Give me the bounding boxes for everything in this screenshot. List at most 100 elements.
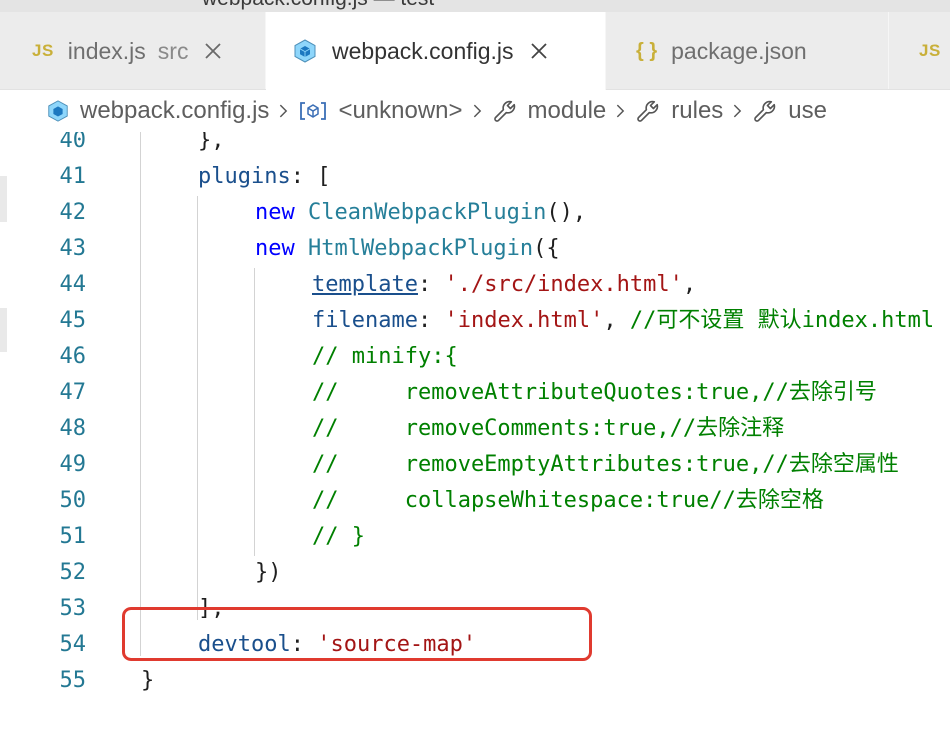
line-text: plugins: [: [198, 159, 330, 195]
webpack-cube-icon: [46, 99, 70, 123]
tab-description: src: [157, 37, 189, 64]
line-number: 51: [59, 524, 87, 549]
code-line[interactable]: 42 new CleanWebpackPlugin(),: [0, 195, 950, 231]
breadcrumb-label: rules: [671, 97, 724, 124]
code-token: new: [255, 236, 308, 261]
code-line[interactable]: 51 // }: [0, 519, 950, 555]
variable-icon: [298, 100, 328, 122]
webpack-cube-icon: [292, 38, 318, 64]
code-line[interactable]: 41 plugins: [: [0, 159, 950, 195]
line-text: },: [198, 132, 225, 159]
code-token: template: [312, 272, 418, 297]
editor-tab-strip: JS index.js src webpack.config.js { } pa…: [0, 12, 950, 90]
annotation-highlight-box: [122, 607, 592, 661]
line-text: // }: [312, 519, 365, 555]
line-number: 52: [59, 560, 87, 585]
tab-overflow-js[interactable]: JS: [889, 12, 950, 90]
code-line[interactable]: 46 // minify:{: [0, 339, 950, 375]
code-line[interactable]: 45 filename: 'index.html', //可不设置 默认index…: [0, 303, 950, 339]
wrench-icon: [635, 98, 661, 124]
line-number: 40: [59, 132, 87, 153]
line-number: 55: [59, 668, 87, 693]
code-token: :: [417, 308, 445, 333]
code-token: plugins: [198, 164, 291, 189]
line-number: 46: [59, 344, 87, 369]
code-token: },: [198, 132, 225, 153]
code-token: }): [255, 560, 282, 585]
code-token: :: [417, 272, 445, 297]
close-icon[interactable]: [202, 40, 224, 62]
code-editor[interactable]: 40}, 41 plugins: [ 42 new CleanWebpackPlugin…: [0, 132, 950, 740]
chevron-right-icon: [279, 103, 288, 119]
line-number: 50: [59, 488, 87, 513]
tab-index-js[interactable]: JS index.js src: [0, 12, 266, 90]
code-token: ({: [533, 236, 560, 261]
code-token: (),: [546, 200, 587, 225]
window-titlebar: webpack.config.js — test: [0, 0, 950, 12]
line-text: // removeAttributeQuotes:true,//去除引号: [312, 375, 877, 411]
tab-package-json[interactable]: { } package.json: [606, 12, 889, 90]
code-line[interactable]: 47 // removeAttributeQuotes:true,//去除引号: [0, 375, 950, 411]
code-line[interactable]: 50 // collapseWhitespace:true//去除空格: [0, 483, 950, 519]
breadcrumb-item-use[interactable]: use: [752, 97, 827, 125]
code-token: ,: [682, 272, 697, 297]
code-line[interactable]: 48 // removeComments:true,//去除注释: [0, 411, 950, 447]
breadcrumb-item-rules[interactable]: rules: [635, 97, 723, 125]
code-token: // minify:{: [312, 344, 458, 369]
code-token: CleanWebpackPlugin: [307, 200, 547, 225]
code-line[interactable]: 55}: [0, 663, 950, 699]
breadcrumb-label: module: [527, 97, 607, 124]
js-icon: JS: [32, 41, 54, 60]
line-number: 45: [59, 308, 87, 333]
line-text: new HtmlWebpackPlugin({: [255, 231, 560, 267]
wrench-icon: [492, 98, 518, 124]
breadcrumb-item-module[interactable]: module: [492, 97, 607, 125]
line-number: 48: [59, 416, 87, 441]
line-number: 43: [59, 236, 87, 261]
js-icon: JS: [919, 41, 941, 60]
line-text: filename: 'index.html', //可不设置 默认index.h…: [312, 303, 934, 339]
breadcrumb: webpack.config.js <unknown> module rules: [0, 90, 950, 132]
line-text: // collapseWhitespace:true//去除空格: [312, 483, 824, 519]
line-number: 54: [59, 632, 87, 657]
code-line[interactable]: 44 template: './src/index.html',: [0, 267, 950, 303]
tab-label: webpack.config.js: [332, 37, 514, 64]
line-text: template: './src/index.html',: [312, 267, 696, 303]
code-token: }: [141, 668, 155, 693]
code-token: './src/index.html': [444, 272, 683, 297]
chevron-right-icon: [473, 103, 482, 119]
breadcrumb-label: use: [788, 97, 827, 124]
code-token: //可不设置 默认index.html: [629, 308, 935, 333]
line-text: new CleanWebpackPlugin(),: [255, 195, 586, 231]
code-token: // removeAttributeQuotes:true,//去除引号: [312, 380, 877, 405]
breadcrumb-item-unknown[interactable]: <unknown>: [298, 97, 463, 125]
line-number: 53: [59, 596, 87, 621]
breadcrumb-item-file[interactable]: webpack.config.js: [46, 97, 269, 125]
code-line[interactable]: 49 // removeEmptyAttributes:true,//去除空属性: [0, 447, 950, 483]
code-token: new: [255, 200, 308, 225]
breadcrumb-label: <unknown>: [338, 97, 463, 124]
tab-label: index.js: [67, 37, 146, 64]
code-line[interactable]: 43 new HtmlWebpackPlugin({: [0, 231, 950, 267]
line-number: 47: [59, 380, 87, 405]
line-text: }): [255, 555, 282, 591]
wrench-icon: [752, 98, 778, 124]
window-title: webpack.config.js — test: [202, 0, 434, 11]
tab-label: package.json: [671, 37, 807, 64]
breadcrumb-label: webpack.config.js: [80, 97, 270, 124]
code-token: // collapseWhitespace:true//去除空格: [312, 488, 824, 513]
code-token: // removeEmptyAttributes:true,//去除空属性: [312, 452, 899, 477]
line-number: 42: [59, 200, 87, 225]
line-number: 44: [59, 272, 87, 297]
line-number: 41: [59, 164, 87, 189]
tab-webpack-config-js[interactable]: webpack.config.js: [266, 12, 606, 90]
code-token: filename: [312, 308, 418, 333]
line-text: // minify:{: [312, 339, 458, 375]
line-number: 49: [59, 452, 87, 477]
code-token: ,: [603, 308, 630, 333]
code-token: HtmlWebpackPlugin: [307, 236, 534, 261]
json-braces-icon: { }: [636, 39, 658, 62]
code-line[interactable]: 40},: [0, 132, 950, 159]
code-line[interactable]: 52}): [0, 555, 950, 591]
close-icon[interactable]: [528, 40, 550, 62]
